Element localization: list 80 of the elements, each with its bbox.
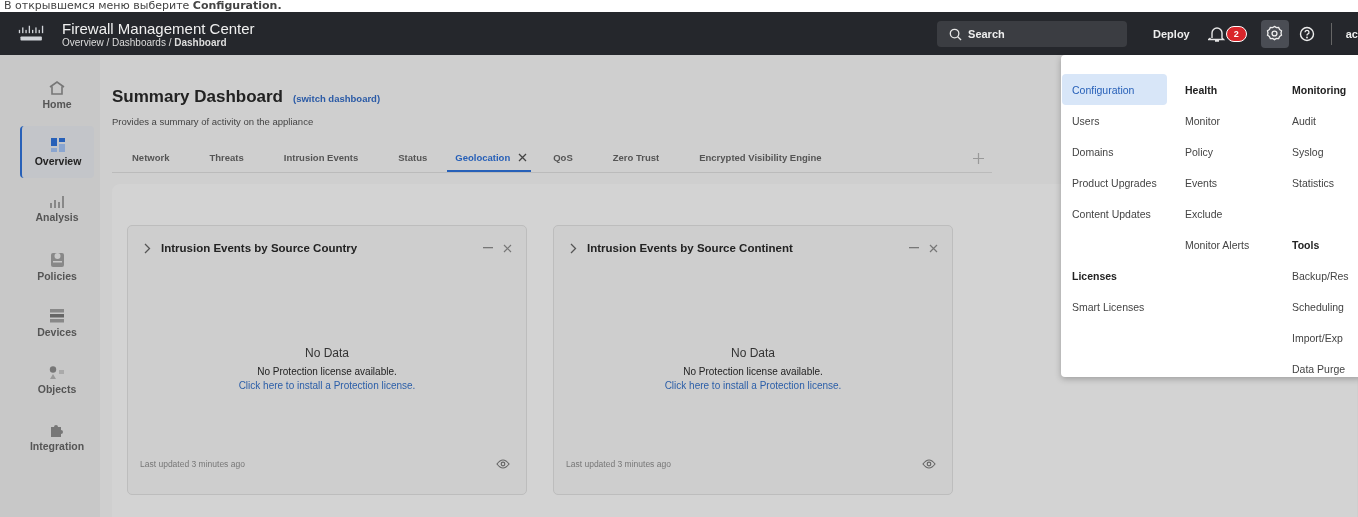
menu-item[interactable]: Syslog bbox=[1288, 136, 1358, 167]
close-icon[interactable] bbox=[503, 243, 512, 253]
widget-title: Intrusion Events by Source Country bbox=[161, 242, 358, 254]
user-name[interactable]: ac bbox=[1345, 27, 1358, 40]
dashboard-icon bbox=[51, 137, 65, 152]
dashboard-tab[interactable]: Zero Trust bbox=[592, 152, 680, 172]
menu-heading: Health bbox=[1184, 82, 1219, 98]
install-license-link[interactable]: Click here to install a Protection license. bbox=[664, 380, 842, 391]
sidebar-item[interactable]: Objects bbox=[21, 354, 93, 406]
sidebar-item[interactable]: Overview bbox=[20, 126, 94, 178]
no-data-text: No Data bbox=[731, 346, 775, 360]
sidebar-item[interactable]: Policies bbox=[21, 240, 93, 292]
last-updated-text: Last updated 3 minutes ago bbox=[140, 459, 245, 469]
menu-item[interactable]: Product Upgrades bbox=[1072, 167, 1181, 198]
sidebar-item[interactable]: Analysis bbox=[21, 183, 93, 235]
add-tab-icon[interactable] bbox=[973, 153, 984, 164]
menu-item[interactable]: Configuration bbox=[1062, 74, 1167, 105]
logo-icon bbox=[18, 23, 46, 44]
bar-chart-icon bbox=[50, 195, 64, 208]
eye-icon[interactable] bbox=[922, 459, 936, 469]
close-icon[interactable] bbox=[929, 243, 938, 253]
menu-item[interactable]: Monitor bbox=[1181, 105, 1288, 136]
no-data-text: No Data bbox=[305, 346, 349, 360]
menu-item[interactable]: Backup/Res bbox=[1288, 260, 1358, 291]
dashboard-tab[interactable]: Geolocation bbox=[447, 152, 532, 172]
menu-item[interactable]: Monitor Alerts bbox=[1181, 229, 1288, 260]
deploy-button[interactable]: Deploy bbox=[1153, 27, 1190, 40]
menu-item[interactable]: Import/Exp bbox=[1288, 322, 1358, 353]
sidebar-item[interactable]: Home bbox=[21, 69, 93, 121]
dashboard-tab[interactable]: Network bbox=[112, 152, 190, 172]
dashboard-tab[interactable]: Status bbox=[378, 152, 448, 172]
notification-badge: 2 bbox=[1225, 25, 1247, 42]
menu-item[interactable]: Content Updates bbox=[1072, 198, 1181, 229]
dashboard-tab[interactable]: Intrusion Events bbox=[263, 152, 379, 172]
chevron-icon[interactable] bbox=[144, 242, 151, 254]
menu-heading: Tools bbox=[1291, 237, 1321, 253]
chevron-icon[interactable] bbox=[570, 242, 577, 254]
menu-item[interactable]: Policy bbox=[1181, 136, 1288, 167]
minimize-icon[interactable] bbox=[483, 247, 493, 249]
minimize-icon[interactable] bbox=[909, 247, 919, 249]
menu-item[interactable]: Domains bbox=[1072, 136, 1181, 167]
dashboard-tab[interactable]: Encrypted Visibility Engine bbox=[679, 152, 842, 172]
help-icon[interactable] bbox=[1298, 25, 1315, 42]
last-updated-text: Last updated 3 minutes ago bbox=[566, 459, 671, 469]
menu-item[interactable]: Exclude bbox=[1181, 198, 1288, 229]
page-subtitle: Provides a summary of activity on the appliance bbox=[112, 116, 314, 127]
page-title: Summary Dashboard bbox=[112, 87, 283, 107]
sidebar-item[interactable]: Devices bbox=[21, 297, 93, 349]
puzzle-icon bbox=[50, 422, 64, 437]
widget-title: Intrusion Events by Source Continent bbox=[587, 242, 793, 254]
shapes-icon bbox=[49, 365, 65, 380]
menu-item[interactable]: Events bbox=[1181, 167, 1288, 198]
menu-item[interactable]: Data Purge bbox=[1288, 353, 1358, 384]
search-field[interactable]: Search bbox=[937, 20, 1128, 47]
home-icon bbox=[49, 80, 65, 95]
sidebar-item[interactable]: Integration bbox=[21, 411, 93, 463]
settings-button[interactable] bbox=[1260, 19, 1289, 48]
menu-heading: Monitoring bbox=[1291, 82, 1348, 98]
dashboard-tab[interactable]: QoS bbox=[533, 152, 593, 172]
search-icon bbox=[949, 27, 963, 41]
server-icon bbox=[50, 308, 64, 323]
breadcrumb: Overview / Dashboards / Dashboard bbox=[62, 36, 228, 48]
license-message: No Protection license available. bbox=[257, 366, 397, 377]
close-icon[interactable] bbox=[518, 153, 528, 162]
dashboard-tab[interactable]: Threats bbox=[189, 152, 264, 172]
menu-item[interactable]: Users bbox=[1072, 105, 1181, 136]
bell-icon[interactable] bbox=[1207, 24, 1226, 43]
menu-heading: Licenses bbox=[1072, 268, 1118, 284]
product-title: Firewall Management Center bbox=[62, 19, 255, 37]
caption-text: В открывшемся меню выберите Configuration. bbox=[4, 0, 282, 12]
switch-dashboard-link[interactable]: (switch dashboard) bbox=[293, 93, 381, 104]
settings-icon bbox=[1266, 25, 1284, 42]
menu-item[interactable]: Scheduling bbox=[1288, 291, 1358, 322]
eye-icon[interactable] bbox=[496, 459, 510, 469]
menu-item[interactable]: Statistics bbox=[1288, 167, 1358, 198]
menu-item[interactable]: Smart Licenses bbox=[1072, 291, 1181, 322]
menu-item[interactable]: Audit bbox=[1288, 105, 1358, 136]
license-message: No Protection license available. bbox=[683, 366, 823, 377]
clipboard-icon bbox=[50, 250, 64, 267]
install-license-link[interactable]: Click here to install a Protection license. bbox=[238, 380, 416, 391]
